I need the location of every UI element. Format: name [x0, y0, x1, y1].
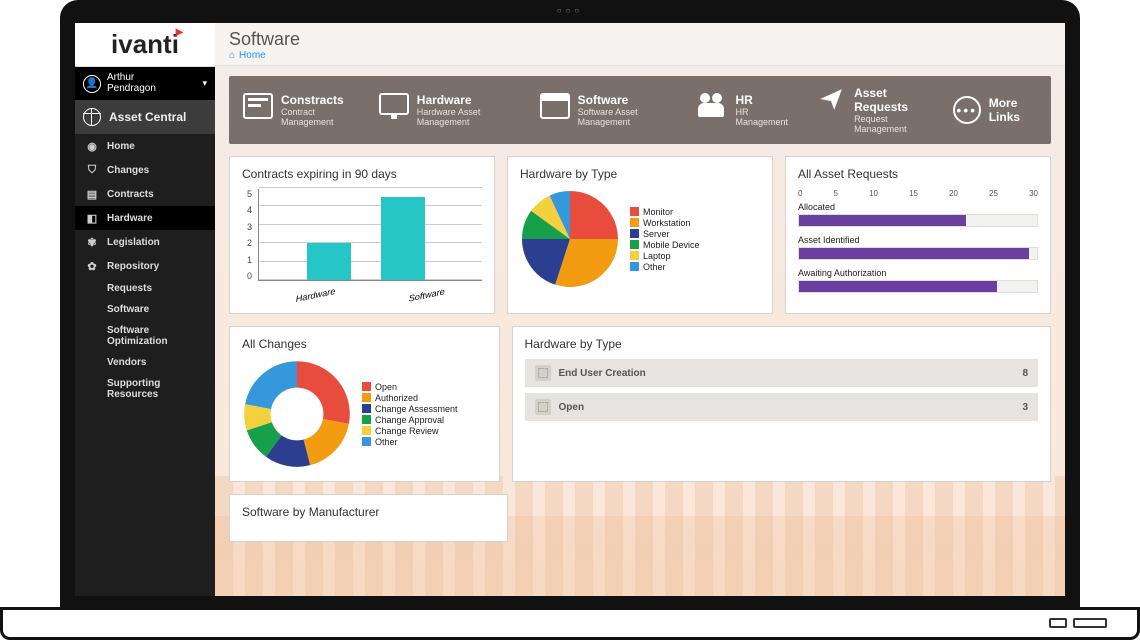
card-hardware-list: Hardware by Type End User Creation8 Open3 [512, 326, 1051, 482]
donut-legend: OpenAuthorizedChange AssessmentChange Ap… [362, 381, 458, 448]
nav-software[interactable]: Software [75, 299, 215, 320]
contracts-icon [243, 93, 273, 119]
hbar-row: Allocated [798, 202, 1038, 227]
nav-home[interactable]: ◉Home [75, 134, 215, 158]
hbar-row: Awaiting Authorization [798, 268, 1038, 293]
quicklinks-bar: ConstractsContract Management HardwareHa… [229, 76, 1051, 144]
nav-supporting-resources[interactable]: Supporting Resources [75, 373, 215, 405]
link-software[interactable]: SoftwareSoftware Asset Management [540, 93, 670, 127]
donut-chart [242, 359, 352, 469]
barchart-plot: HardwareSoftware [258, 189, 482, 281]
card-title: All Asset Requests [798, 167, 1038, 181]
cube-icon: ◧ [85, 211, 99, 225]
nav-contracts[interactable]: ▤Contracts [75, 182, 215, 206]
card-all-changes: All Changes OpenAuthorizedChange Assessm… [229, 326, 500, 482]
nav-changes[interactable]: ⛉Changes [75, 158, 215, 182]
list-item[interactable]: Open3 [525, 393, 1038, 421]
nav-software-optimization[interactable]: Software Optimization [75, 320, 215, 352]
list-item-icon [535, 365, 551, 381]
page-title: Software [229, 29, 1051, 50]
more-icon: ••• [953, 96, 981, 124]
card-title: Contracts expiring in 90 days [242, 167, 482, 181]
brand-logo: ivanti▸ [75, 23, 215, 67]
hbar-axis: 051015202530 [798, 189, 1038, 198]
settings-icon: ✿ [85, 259, 99, 273]
nav-list: ◉Home ⛉Changes ▤Contracts ◧Hardware ✾Leg… [75, 134, 215, 405]
camera-dots-icon: ○○○ [63, 3, 1077, 19]
link-asset-requests[interactable]: Asset RequestsRequest Management [816, 86, 925, 134]
shield-icon: ⛉ [85, 163, 99, 177]
module-asset-central[interactable]: Asset Central [75, 100, 215, 134]
people-icon [698, 93, 728, 119]
software-icon [540, 93, 570, 119]
barchart-contracts: 543210 HardwareSoftware [242, 189, 482, 299]
nav-hardware[interactable]: ◧Hardware [75, 206, 215, 230]
gear-icon: ✾ [85, 235, 99, 249]
card-title: Hardware by Type [525, 337, 1038, 351]
nav-repository[interactable]: ✿Repository [75, 254, 215, 278]
paper-plane-icon [816, 86, 846, 112]
main-content: Software ⌂ Home ConstractsContract Manag… [215, 23, 1065, 596]
avatar-icon: 👤 [83, 75, 101, 93]
card-title: Software by Manufacturer [242, 505, 495, 519]
globe-icon [83, 108, 101, 126]
nav-requests[interactable]: Requests [75, 278, 215, 299]
card-asset-requests: All Asset Requests 051015202530 Allocate… [785, 156, 1051, 314]
main-header: Software ⌂ Home [215, 23, 1065, 66]
list-item[interactable]: End User Creation8 [525, 359, 1038, 387]
nav-vendors[interactable]: Vendors [75, 352, 215, 373]
card-title: All Changes [242, 337, 487, 351]
document-icon: ▤ [85, 187, 99, 201]
link-more[interactable]: ••• More Links [953, 96, 1037, 124]
breadcrumb[interactable]: ⌂ Home [229, 50, 1051, 61]
list-item-icon [535, 399, 551, 415]
brand-accent-icon: ▸ [176, 23, 183, 40]
card-contracts-expiring: Contracts expiring in 90 days 543210 Har… [229, 156, 495, 314]
pie-chart [520, 189, 620, 289]
hbar-row: Asset Identified [798, 235, 1038, 260]
user-name: Arthur Pendragon [107, 73, 156, 94]
card-title: Hardware by Type [520, 167, 760, 181]
nav-legislation[interactable]: ✾Legislation [75, 230, 215, 254]
user-menu[interactable]: 👤 Arthur Pendragon ▾ [75, 67, 215, 100]
hardware-icon [379, 93, 409, 115]
breadcrumb-home: Home [239, 50, 266, 61]
chevron-down-icon: ▾ [202, 78, 207, 89]
link-contracts[interactable]: ConstractsContract Management [243, 93, 351, 127]
home-icon: ⌂ [229, 50, 235, 61]
card-software-manufacturer: Software by Manufacturer [229, 494, 508, 542]
dashboard-icon: ◉ [85, 139, 99, 153]
pie-legend: MonitorWorkstationServerMobile DeviceLap… [630, 206, 700, 273]
brand-text: ivanti [111, 29, 179, 59]
link-hr[interactable]: HRHR Management [698, 93, 789, 127]
module-label: Asset Central [109, 110, 186, 124]
laptop-base [0, 607, 1140, 640]
barchart-yaxis: 543210 [242, 189, 252, 299]
card-hardware-pie: Hardware by Type MonitorWorkstationServe… [507, 156, 773, 314]
sidebar: 👤 Arthur Pendragon ▾ Asset Central ◉Home… [75, 67, 215, 596]
link-hardware[interactable]: HardwareHardware Asset Management [379, 93, 512, 127]
